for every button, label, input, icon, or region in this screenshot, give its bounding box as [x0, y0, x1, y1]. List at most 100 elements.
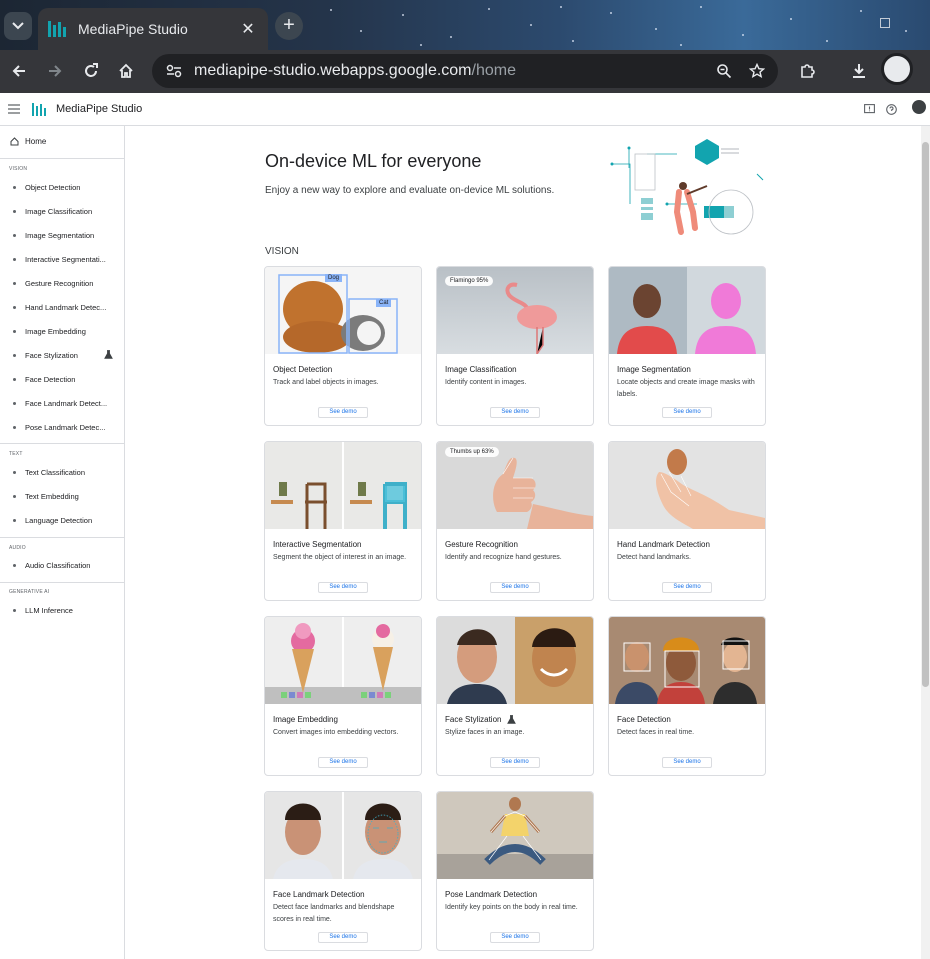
card-face-stylization[interactable]: Face Stylization Stylize faces in an ima…	[436, 616, 594, 776]
bullet-icon	[13, 306, 16, 309]
reload-icon	[85, 63, 98, 77]
user-avatar[interactable]	[912, 100, 926, 114]
card-image	[265, 792, 421, 879]
sidebar-item-image-embedding[interactable]: Image Embedding	[13, 327, 118, 336]
sidebar-item-image-classification[interactable]: Image Classification	[13, 207, 118, 216]
card-image	[265, 442, 421, 529]
bullet-icon	[13, 354, 16, 357]
card-title: Face Stylization	[445, 715, 517, 724]
mediapipe-logo-icon	[32, 102, 46, 116]
sidebar-item-label: Language Detection	[25, 516, 93, 525]
card-title-text: Face Stylization	[445, 715, 502, 724]
puzzle-icon	[801, 64, 815, 78]
feedback-icon[interactable]	[864, 104, 875, 115]
help-icon[interactable]	[886, 104, 897, 115]
hamburger-menu-icon[interactable]	[8, 104, 20, 114]
card-image-classification[interactable]: Flamingo 95% Image Classification Identi…	[436, 266, 594, 426]
sidebar-item-label: LLM Inference	[25, 606, 73, 615]
card-title: Image Classification	[445, 365, 517, 374]
tab-search-button[interactable]	[4, 12, 32, 40]
address-bar[interactable]: mediapipe-studio.webapps.google.com/home	[152, 54, 778, 88]
card-image: Dog Cat	[265, 267, 421, 354]
see-demo-button[interactable]: See demo	[318, 582, 368, 593]
card-face-detection[interactable]: Face Detection Detect faces in real time…	[608, 616, 766, 776]
sidebar-nav: Home VISION Object Detection Image Class…	[0, 126, 125, 959]
hero-illustration	[610, 139, 764, 235]
bookmark-star-icon[interactable]	[749, 63, 765, 79]
see-demo-button[interactable]: See demo	[318, 407, 368, 418]
card-interactive-segmentation[interactable]: Interactive Segmentation Segment the obj…	[264, 441, 422, 601]
group-faces-photo	[615, 637, 757, 704]
section-label-vision: VISION	[265, 246, 299, 257]
browser-tab[interactable]: MediaPipe Studio ✕	[38, 8, 268, 50]
sidebar-item-gesture-recognition[interactable]: Gesture Recognition	[13, 279, 118, 288]
close-tab-icon[interactable]: ✕	[238, 19, 258, 39]
bullet-icon	[13, 609, 16, 612]
face-landmark-photo	[273, 792, 413, 879]
downloads-button[interactable]	[846, 58, 872, 84]
see-demo-button[interactable]: See demo	[318, 757, 368, 768]
sidebar-item-label: Image Classification	[25, 207, 93, 216]
page-scrollbar[interactable]	[921, 126, 930, 959]
see-demo-button[interactable]: See demo	[662, 757, 712, 768]
card-image	[437, 617, 593, 704]
sidebar-item-object-detection[interactable]: Object Detection	[13, 183, 118, 192]
sidebar-item-pose-landmark-detection[interactable]: Pose Landmark Detec...	[13, 423, 118, 432]
sidebar-item-label: Interactive Segmentati...	[25, 255, 106, 264]
see-demo-button[interactable]: See demo	[490, 757, 540, 768]
sidebar-item-llm-inference[interactable]: LLM Inference	[13, 606, 118, 615]
see-demo-button[interactable]: See demo	[490, 582, 540, 593]
see-demo-button[interactable]: See demo	[318, 932, 368, 943]
zoom-icon[interactable]	[716, 63, 732, 79]
sidebar-item-image-segmentation[interactable]: Image Segmentation	[13, 231, 118, 240]
forward-button[interactable]	[42, 58, 68, 84]
see-demo-button[interactable]: See demo	[490, 932, 540, 943]
card-gesture-recognition[interactable]: Thumbs up 63% Gesture Recognition Identi…	[436, 441, 594, 601]
back-button[interactable]	[6, 58, 32, 84]
bullet-icon	[13, 282, 16, 285]
home-button[interactable]	[113, 58, 139, 84]
new-tab-button[interactable]: +	[275, 12, 303, 40]
sidebar-item-face-detection[interactable]: Face Detection	[13, 375, 118, 384]
bullet-icon	[13, 210, 16, 213]
card-object-detection[interactable]: Dog Cat Object Detection Track and label…	[264, 266, 422, 426]
sidebar-item-audio-classification[interactable]: Audio Classification	[13, 561, 118, 570]
card-title: Face Landmark Detection	[273, 890, 365, 899]
card-title: Interactive Segmentation	[273, 540, 362, 549]
sidebar-item-hand-landmark-detection[interactable]: Hand Landmark Detec...	[13, 303, 118, 312]
sidebar-item-label: Face Detection	[25, 375, 76, 384]
sidebar-item-label: Object Detection	[25, 183, 81, 192]
sidebar-item-language-detection[interactable]: Language Detection	[13, 516, 118, 525]
sidebar-item-face-landmark-detection[interactable]: Face Landmark Detect...	[13, 399, 118, 408]
card-image-embedding[interactable]: Image Embedding Convert images into embe…	[264, 616, 422, 776]
card-description: Segment the object of interest in an ima…	[273, 554, 407, 561]
see-demo-button[interactable]: See demo	[490, 407, 540, 418]
home-icon	[119, 63, 133, 78]
download-icon	[853, 64, 865, 78]
card-hand-landmark-detection[interactable]: Hand Landmark Detection Detect hand land…	[608, 441, 766, 601]
sidebar-item-text-classification[interactable]: Text Classification	[13, 468, 118, 477]
card-pose-landmark-detection[interactable]: Pose Landmark Detection Identify key poi…	[436, 791, 594, 951]
sidebar-item-interactive-segmentation[interactable]: Interactive Segmentati...	[13, 255, 118, 264]
url-text[interactable]: mediapipe-studio.webapps.google.com/home	[194, 62, 516, 80]
classification-chip: Flamingo 95%	[445, 276, 494, 286]
card-title: Object Detection	[273, 365, 333, 374]
sidebar-item-text-embedding[interactable]: Text Embedding	[13, 492, 118, 501]
see-demo-button[interactable]: See demo	[662, 407, 712, 418]
card-title: Image Embedding	[273, 715, 338, 724]
card-image: Thumbs up 63%	[437, 442, 593, 529]
scrollbar-thumb[interactable]	[922, 142, 929, 687]
sidebar-item-home[interactable]: Home	[10, 137, 46, 146]
card-face-landmark-detection[interactable]: Face Landmark Detection Detect face land…	[264, 791, 422, 951]
extensions-button[interactable]	[794, 58, 820, 84]
see-demo-button[interactable]: See demo	[662, 582, 712, 593]
sidebar-item-label: Gesture Recognition	[25, 279, 94, 288]
sidebar-item-face-stylization[interactable]: Face Stylization	[13, 351, 118, 360]
profile-avatar[interactable]	[881, 53, 913, 85]
gesture-chip: Thumbs up 63%	[445, 447, 499, 457]
maximize-icon[interactable]	[880, 18, 890, 28]
card-description: Stylize faces in an image.	[445, 729, 525, 736]
site-info-icon[interactable]	[166, 64, 182, 78]
reload-button[interactable]	[78, 58, 104, 84]
card-image-segmentation[interactable]: Image Segmentation Locate objects and cr…	[608, 266, 766, 426]
